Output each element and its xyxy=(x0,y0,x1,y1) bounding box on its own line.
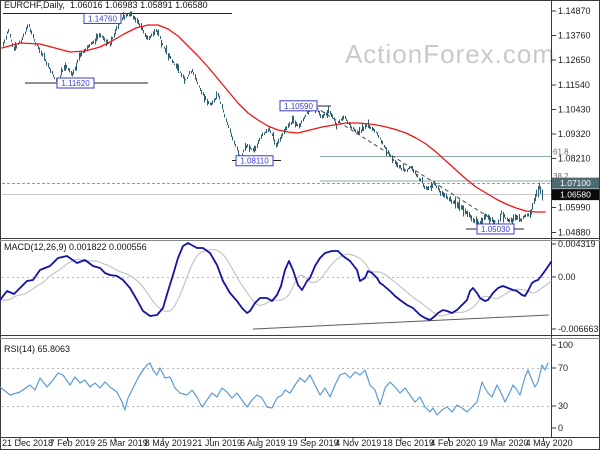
macd-axis-label: 0.00 xyxy=(558,272,576,282)
date-axis-label: 7 Feb 2019 xyxy=(50,438,96,448)
price-level-box-label: 1.08110 xyxy=(240,157,269,166)
price-axis-tag-label: 1.06580 xyxy=(560,190,591,200)
price-axis-label: 1.04880 xyxy=(558,227,591,237)
descending-trendline xyxy=(308,102,499,224)
rsi-line xyxy=(0,362,549,416)
date-axis-label: 8 May 2019 xyxy=(145,438,192,448)
macd-axis-label: 0.004319 xyxy=(558,239,596,249)
price-axis-label: 1.10430 xyxy=(558,104,591,114)
date-axis-label: 4 Nov 2019 xyxy=(335,438,381,448)
chart-symbol-title: EURCHF,Daily, xyxy=(4,0,65,10)
eurchf-daily-chart-window: ActionForex.com 61.8 38.2 1.14760 1.11620 1.… xyxy=(0,0,600,450)
price-level-box-label: 1.14760 xyxy=(88,14,117,23)
price-axis-tag-label: 1.07100 xyxy=(560,178,591,188)
date-axis-label: 4 May 2020 xyxy=(526,438,573,448)
date-axis-label: 18 Dec 2019 xyxy=(383,438,434,448)
macd-signal-line xyxy=(0,248,552,317)
date-axis-label: 19 Sep 2019 xyxy=(288,438,339,448)
actionforex-watermark: ActionForex.com xyxy=(345,39,555,69)
macd-indicator-label: MACD(12,26,9) 0.001822 0.000556 xyxy=(4,242,147,252)
price-level-box-label: 1.05030 xyxy=(481,225,510,234)
macd-axis-label: -0.006663 xyxy=(558,324,599,334)
rsi-indicator-label: RSI(14) 65.8063 xyxy=(4,344,70,354)
date-axis-label: 21 Dec 2018 xyxy=(2,438,53,448)
rsi-axis-label: 100 xyxy=(558,340,573,350)
chart-ohlc-values: 1.06016 1.06983 1.05891 1.06580 xyxy=(70,0,208,10)
price-level-box-label: 1.11620 xyxy=(61,79,90,88)
date-axis-label: 21 Jun 2019 xyxy=(192,438,242,448)
macd-support-trendline xyxy=(252,314,550,330)
price-axis-label: 1.13760 xyxy=(558,31,591,41)
date-axis-label: 25 Mar 2019 xyxy=(97,438,148,448)
date-axis-label: 19 Mar 2020 xyxy=(478,438,529,448)
price-axis-label: 1.08210 xyxy=(558,154,591,164)
date-axis-label: 4 Feb 2020 xyxy=(430,438,476,448)
date-axis-label: 6 Aug 2019 xyxy=(240,438,286,448)
price-axis-label: 1.09320 xyxy=(558,129,591,139)
price-axis-label: 1.12650 xyxy=(558,55,591,65)
rsi-axis-label: 0 xyxy=(558,423,563,433)
price-axis-label: 1.05990 xyxy=(558,203,591,213)
rsi-axis-label: 70 xyxy=(558,363,568,373)
price-axis-label: 1.14870 xyxy=(558,6,591,16)
price-axis-label: 1.11540 xyxy=(558,80,590,90)
macd-line xyxy=(0,242,552,321)
price-level-box-label: 1.10590 xyxy=(284,102,313,111)
rsi-axis-label: 30 xyxy=(558,401,568,411)
eurchf-daily-chart: ActionForex.com 61.838.21.147601.116201.… xyxy=(0,0,600,450)
